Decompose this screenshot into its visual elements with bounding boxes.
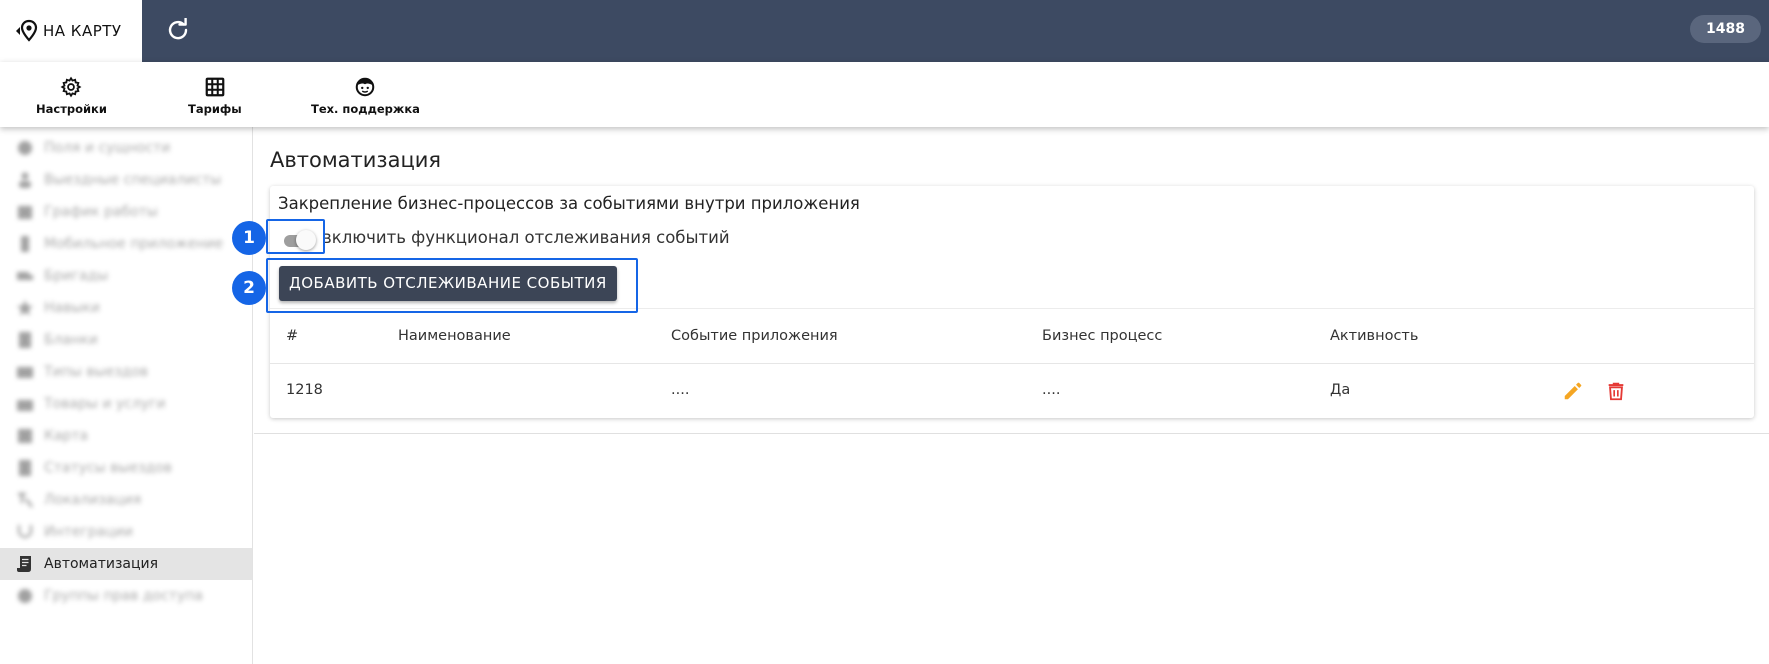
briefcase-icon bbox=[17, 400, 33, 411]
menu-item-support[interactable]: Тех. поддержка bbox=[311, 76, 420, 116]
sidebar-item-localization[interactable]: Локализация bbox=[0, 484, 252, 516]
sidebar-item-access-groups[interactable]: Группы прав доступа bbox=[0, 580, 252, 612]
sidebar-item-skills[interactable]: Навыки bbox=[0, 292, 252, 324]
sidebar-item-integrations[interactable]: Интеграции bbox=[0, 516, 252, 548]
sidebar-item-label: Бланки bbox=[44, 332, 98, 348]
menu-label: Тех. поддержка bbox=[311, 102, 420, 116]
highlight-box-toggle bbox=[266, 219, 325, 254]
sidebar-item-label: Товары и услуги bbox=[44, 396, 166, 412]
sidebar-item-label: Автоматизация bbox=[44, 556, 159, 572]
refresh-button[interactable] bbox=[166, 17, 190, 42]
truck-icon bbox=[17, 272, 33, 280]
column-header-app-event[interactable]: Событие приложения bbox=[671, 328, 838, 344]
sidebar-item-label: Статусы выездов bbox=[44, 460, 173, 476]
person-icon bbox=[19, 172, 31, 188]
sidebar-item-label: Группы прав доступа bbox=[44, 588, 203, 604]
logo-text: НА КАРТУ bbox=[43, 22, 122, 40]
user-id-badge[interactable]: 1488 bbox=[1690, 15, 1761, 43]
document-icon bbox=[19, 332, 31, 348]
highlight-box-add-button bbox=[266, 258, 638, 313]
sidebar-item-label: График работы bbox=[44, 204, 158, 220]
sidebar-item-teams[interactable]: Бригады bbox=[0, 260, 252, 292]
sidebar-item-label: Выездные специалисты bbox=[44, 172, 222, 188]
column-header-name[interactable]: Наименование bbox=[398, 328, 511, 344]
support-face-icon bbox=[356, 77, 375, 97]
sidebar-item-automation[interactable]: Автоматизация bbox=[0, 548, 252, 580]
gear-icon bbox=[18, 141, 32, 155]
page-title: Автоматизация bbox=[270, 148, 442, 172]
table-grid-icon bbox=[205, 77, 225, 97]
column-header-activity[interactable]: Активность bbox=[1330, 328, 1418, 344]
sidebar-item-label: Карта bbox=[44, 428, 89, 444]
sidebar-item-label: Бригады bbox=[44, 268, 109, 284]
card-heading: Закрепление бизнес-процессов за событиям… bbox=[278, 194, 860, 213]
row-event: .... bbox=[671, 382, 690, 398]
sidebar-item-fields[interactable]: Поля и сущности bbox=[0, 132, 252, 164]
table-row: 1218 .... .... Да bbox=[270, 364, 1754, 418]
menu-label: Тарифы bbox=[188, 102, 242, 116]
content-divider bbox=[254, 433, 1769, 434]
status-icon bbox=[19, 460, 31, 476]
trash-icon[interactable] bbox=[1605, 380, 1627, 402]
clipboard-icon bbox=[17, 367, 33, 378]
sidebar-item-schedule[interactable]: График работы bbox=[0, 196, 252, 228]
sidebar-item-label: Навыки bbox=[44, 300, 100, 316]
sidebar-item-label: Поля и сущности bbox=[44, 140, 171, 156]
calendar-icon bbox=[18, 206, 32, 219]
lock-icon bbox=[18, 589, 32, 603]
sidebar-item-products[interactable]: Товары и услуги bbox=[0, 388, 252, 420]
menu-bar: Настройки Тарифы Тех. поддержка bbox=[0, 62, 1769, 127]
phone-icon bbox=[21, 236, 29, 252]
sidebar-item-label: Интеграции bbox=[44, 524, 133, 540]
row-active: Да bbox=[1330, 382, 1351, 398]
top-bar: НА КАРТУ 1488 bbox=[0, 0, 1769, 62]
sidebar-item-label: Мобильное приложение bbox=[44, 236, 224, 252]
translate-icon bbox=[18, 492, 33, 508]
map-pin-logo-icon bbox=[16, 19, 38, 42]
toggle-label: включить функционал отслеживания событий bbox=[322, 228, 730, 247]
edit-pencil-icon[interactable] bbox=[1562, 380, 1584, 402]
sidebar: Поля и сущности Выездные специалисты Гра… bbox=[0, 127, 253, 664]
column-header-business-process[interactable]: Бизнес процесс bbox=[1042, 328, 1162, 344]
sidebar-item-mobile-app[interactable]: Мобильное приложение bbox=[0, 228, 252, 260]
sidebar-item-forms[interactable]: Бланки bbox=[0, 324, 252, 356]
sidebar-item-label: Типы выездов bbox=[44, 364, 149, 380]
map-icon bbox=[18, 429, 32, 443]
table-header: # Наименование Событие приложения Бизнес… bbox=[270, 308, 1754, 364]
row-process: .... bbox=[1042, 382, 1061, 398]
menu-label: Настройки bbox=[36, 102, 107, 116]
sidebar-item-visit-statuses[interactable]: Статусы выездов bbox=[0, 452, 252, 484]
sidebar-item-visit-types[interactable]: Типы выездов bbox=[0, 356, 252, 388]
column-header-number[interactable]: # bbox=[286, 328, 298, 344]
refresh-icon bbox=[168, 17, 188, 40]
sidebar-item-label: Локализация bbox=[44, 492, 142, 508]
step-marker-2: 2 bbox=[232, 271, 266, 305]
plug-icon bbox=[17, 525, 33, 539]
menu-item-settings[interactable]: Настройки bbox=[36, 76, 107, 116]
logo-tab[interactable]: НА КАРТУ bbox=[0, 0, 142, 62]
row-id: 1218 bbox=[286, 382, 323, 398]
sidebar-item-map[interactable]: Карта bbox=[0, 420, 252, 452]
sidebar-item-specialists[interactable]: Выездные специалисты bbox=[0, 164, 252, 196]
step-marker-1: 1 bbox=[232, 221, 266, 255]
star-icon bbox=[17, 300, 33, 316]
script-icon bbox=[17, 556, 31, 572]
menu-item-tariffs[interactable]: Тарифы bbox=[188, 76, 242, 116]
gear-icon bbox=[61, 76, 82, 98]
